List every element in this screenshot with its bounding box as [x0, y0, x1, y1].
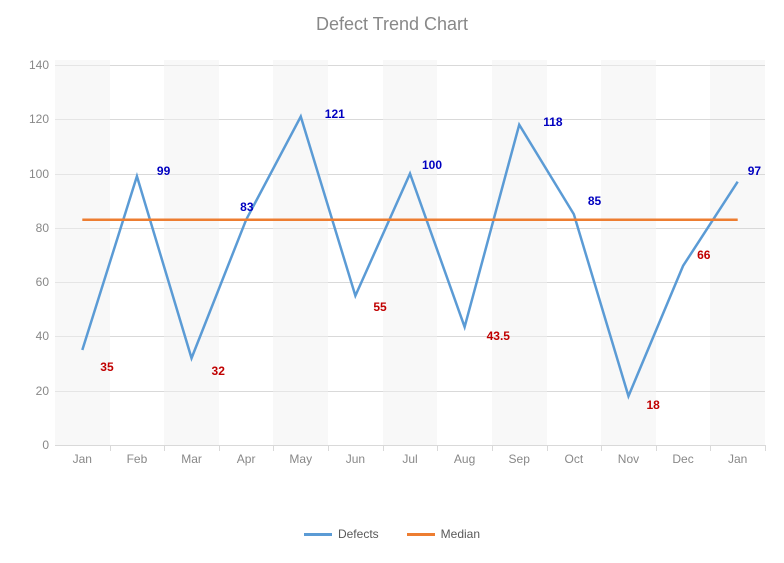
- data-label: 99: [157, 164, 170, 178]
- x-tick-label: Jan: [73, 452, 92, 466]
- y-tick-label: 60: [9, 275, 49, 289]
- x-tick-label: Oct: [565, 452, 584, 466]
- y-tick-label: 20: [9, 384, 49, 398]
- data-label: 35: [100, 360, 113, 374]
- data-label: 97: [748, 164, 761, 178]
- data-label: 18: [646, 398, 659, 412]
- data-label: 121: [325, 107, 345, 121]
- y-tick-label: 100: [9, 167, 49, 181]
- legend-item: Defects: [304, 527, 379, 541]
- data-label: 118: [543, 115, 562, 129]
- chart-title: Defect Trend Chart: [0, 0, 784, 41]
- x-tick-label: Jun: [346, 452, 365, 466]
- y-tick-label: 0: [9, 438, 49, 452]
- x-tick-label: May: [289, 452, 312, 466]
- series-defects: [82, 117, 737, 397]
- data-label: 32: [212, 364, 225, 378]
- legend-item: Median: [407, 527, 480, 541]
- data-label: 100: [422, 158, 442, 172]
- x-tick-label: Apr: [237, 452, 256, 466]
- gridline: [55, 445, 765, 446]
- x-tick-label: Sep: [509, 452, 530, 466]
- legend-swatch: [407, 533, 435, 536]
- data-label: 55: [373, 300, 386, 314]
- chart-legend: Defects Median: [0, 525, 784, 542]
- data-label: 43.5: [487, 329, 510, 343]
- data-label: 85: [588, 194, 601, 208]
- data-label: 66: [697, 248, 710, 262]
- x-tick-label: Dec: [672, 452, 693, 466]
- legend-label: Median: [441, 527, 480, 541]
- x-tick-label: Feb: [127, 452, 148, 466]
- data-label: 83: [240, 200, 253, 214]
- x-tick-label: Aug: [454, 452, 475, 466]
- y-tick-label: 140: [9, 58, 49, 72]
- x-axis: Jan Feb Mar Apr May Jun Jul Aug Sep Oct Nov Dec Jan: [55, 452, 765, 472]
- chart-plot-area: 35 99 32 83 121 55 100 43.5 118 85 18 66 97: [55, 65, 765, 445]
- y-tick-label: 40: [9, 329, 49, 343]
- x-tick-label: Mar: [181, 452, 202, 466]
- y-tick-label: 120: [9, 112, 49, 126]
- x-tick-label: Jan: [728, 452, 747, 466]
- x-tick-label: Jul: [402, 452, 417, 466]
- y-tick-label: 80: [9, 221, 49, 235]
- x-tick-label: Nov: [618, 452, 639, 466]
- legend-swatch: [304, 533, 332, 536]
- legend-label: Defects: [338, 527, 379, 541]
